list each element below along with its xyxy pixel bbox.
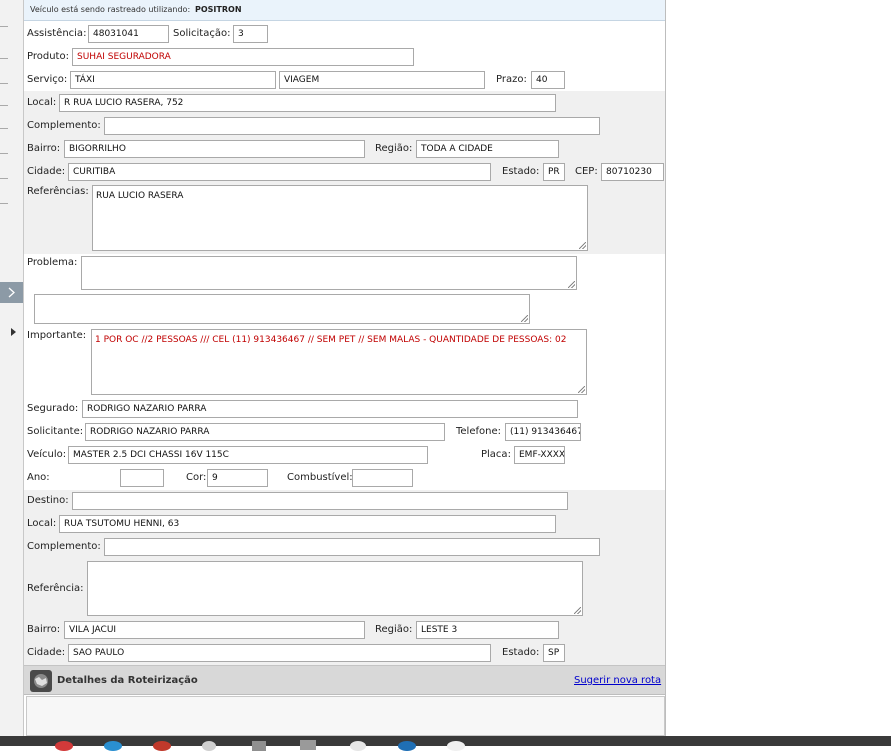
- destino-estado-field[interactable]: SP: [543, 644, 565, 662]
- problema-label: Problema:: [27, 257, 78, 268]
- resize-grip-icon[interactable]: [568, 281, 575, 288]
- route-details-title: Detalhes da Roteirização: [57, 675, 198, 686]
- taskbar-app-icon[interactable]: [350, 741, 366, 751]
- cidade-field[interactable]: CURITIBA: [68, 163, 491, 181]
- solicitante-field[interactable]: RODRIGO NAZARIO PARRA: [85, 423, 445, 441]
- segurado-label: Segurado:: [27, 403, 79, 414]
- route-details-header: Detalhes da Roteirização Sugerir nova ro…: [24, 665, 665, 695]
- cep-field[interactable]: 80710230: [601, 163, 664, 181]
- resize-grip-icon[interactable]: [574, 607, 581, 614]
- expand-panel-button[interactable]: [0, 282, 23, 303]
- destino-label: Destino:: [27, 495, 69, 506]
- cidade-label: Cidade:: [27, 166, 66, 177]
- left-sidebar: [0, 0, 24, 736]
- ano-field[interactable]: [120, 469, 164, 487]
- taskbar-app-icon[interactable]: [252, 741, 266, 751]
- destino-complemento-label: Complemento:: [27, 541, 101, 552]
- referencias-textarea[interactable]: RUA LUCIO RASERA: [92, 185, 588, 251]
- servico-label: Serviço:: [27, 74, 68, 85]
- importante-label: Importante:: [27, 330, 87, 341]
- regiao-field[interactable]: TODA A CIDADE: [416, 140, 559, 158]
- local-field[interactable]: R RUA LUCIO RASERA, 752: [59, 94, 556, 112]
- placa-label: Placa:: [481, 449, 511, 460]
- estado-field[interactable]: PR: [543, 163, 565, 181]
- destino-local-label: Local:: [27, 518, 57, 529]
- taskbar-app-icon[interactable]: [300, 740, 316, 750]
- solicitante-label: Solicitante:: [27, 426, 84, 437]
- destino-regiao-label: Região:: [375, 624, 413, 635]
- tracking-bar: Veículo está sendo rastreado utilizando:…: [24, 0, 665, 21]
- telefone-label: Telefone:: [456, 426, 501, 437]
- route-map-icon: [30, 670, 52, 692]
- suggest-new-route-link[interactable]: Sugerir nova rota: [574, 675, 661, 686]
- tracking-prefix: Veículo está sendo rastreado utilizando:: [30, 5, 191, 14]
- estado-label: Estado:: [502, 166, 540, 177]
- resize-grip-icon[interactable]: [578, 386, 585, 393]
- telefone-field[interactable]: (11) 913436467: [505, 423, 581, 441]
- tracking-provider: POSITRON: [195, 5, 242, 14]
- importante-textarea[interactable]: 1 POR OC //2 PESSOAS /// CEL (11) 913436…: [91, 329, 587, 395]
- route-map-area: [26, 696, 665, 736]
- cor-field[interactable]: 9: [207, 469, 268, 487]
- resize-grip-icon[interactable]: [579, 242, 586, 249]
- regiao-label: Região:: [375, 143, 413, 154]
- taskbar-app-icon[interactable]: [447, 741, 465, 751]
- destino-cidade-label: Cidade:: [27, 647, 66, 658]
- bairro-label: Bairro:: [27, 143, 61, 154]
- destino-local-field[interactable]: RUA TSUTOMU HENNI, 63: [59, 515, 556, 533]
- problema-textarea[interactable]: [81, 256, 577, 290]
- prazo-field[interactable]: 40: [531, 71, 565, 89]
- destino-complemento-field[interactable]: [104, 538, 600, 556]
- taskbar: [0, 736, 891, 751]
- segurado-field[interactable]: RODRIGO NAZARIO PARRA: [82, 400, 578, 418]
- destino-referencia-textarea[interactable]: [87, 561, 583, 616]
- combustivel-label: Combustível:: [287, 472, 353, 483]
- placa-field[interactable]: EMF-XXXX: [514, 446, 565, 464]
- chevron-right-icon: [8, 287, 15, 298]
- destino-referencia-label: Referência:: [27, 583, 84, 594]
- prazo-label: Prazo:: [496, 74, 527, 85]
- destino-regiao-field[interactable]: LESTE 3: [416, 621, 559, 639]
- destino-bairro-label: Bairro:: [27, 624, 61, 635]
- servico-field[interactable]: TÁXI: [70, 71, 276, 89]
- solicitacao-field[interactable]: 3: [233, 25, 268, 43]
- ano-label: Ano:: [27, 472, 50, 483]
- taskbar-app-icon[interactable]: [153, 741, 171, 751]
- taskbar-app-icon[interactable]: [55, 741, 73, 751]
- problema-detail-textarea[interactable]: [34, 294, 530, 324]
- caret-right-icon[interactable]: [11, 328, 17, 336]
- assistencia-field[interactable]: 48031041: [88, 25, 169, 43]
- destino-estado-label: Estado:: [502, 647, 540, 658]
- produto-label: Produto:: [27, 51, 69, 62]
- taskbar-app-icon[interactable]: [398, 741, 416, 751]
- cor-label: Cor:: [186, 472, 207, 483]
- complemento-label: Complemento:: [27, 120, 101, 131]
- servico-type-field[interactable]: VIAGEM: [279, 71, 485, 89]
- produto-field[interactable]: SUHAI SEGURADORA: [72, 48, 414, 66]
- local-label: Local:: [27, 97, 57, 108]
- taskbar-app-icon[interactable]: [104, 741, 122, 751]
- veiculo-label: Veículo:: [27, 449, 67, 460]
- importante-text: 1 POR OC //2 PESSOAS /// CEL (11) 913436…: [95, 335, 567, 345]
- destino-bairro-field[interactable]: VILA JACUI: [64, 621, 365, 639]
- complemento-field[interactable]: [104, 117, 600, 135]
- bairro-field[interactable]: BIGORRILHO: [64, 140, 365, 158]
- destino-field[interactable]: [72, 492, 568, 510]
- referencias-label: Referências:: [27, 186, 89, 197]
- taskbar-app-icon[interactable]: [202, 741, 216, 751]
- veiculo-field[interactable]: MASTER 2.5 DCI CHASSI 16V 115C: [68, 446, 428, 464]
- resize-grip-icon[interactable]: [521, 315, 528, 322]
- cep-label: CEP:: [575, 166, 598, 177]
- solicitacao-label: Solicitação:: [173, 28, 231, 39]
- referencias-text: RUA LUCIO RASERA: [96, 191, 184, 201]
- assistencia-label: Assistência:: [27, 28, 87, 39]
- destino-cidade-field[interactable]: SAO PAULO: [68, 644, 491, 662]
- combustivel-field[interactable]: [352, 469, 413, 487]
